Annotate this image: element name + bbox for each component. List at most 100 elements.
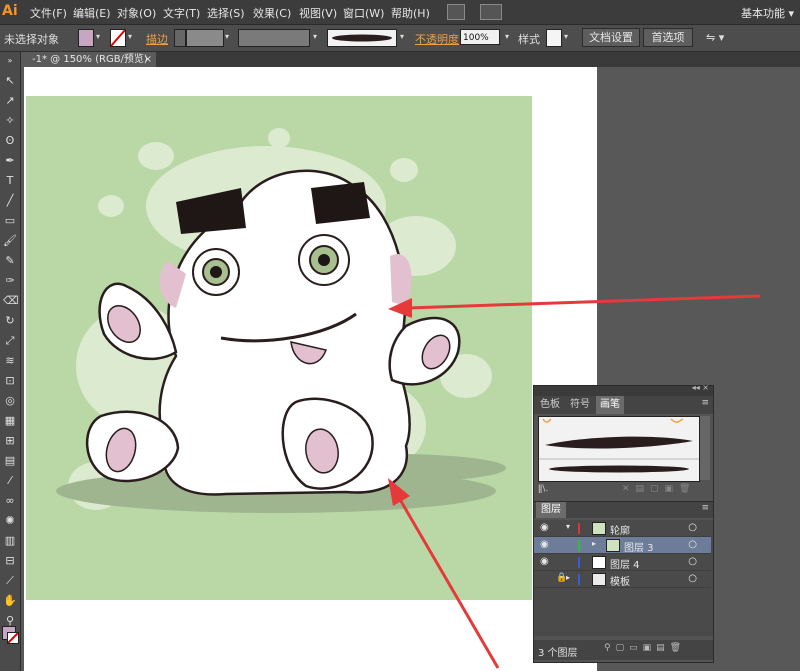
expand-chevron-icon[interactable]: ▾ [566,522,570,531]
menu-select[interactable]: 选择(S) [207,5,245,21]
layer-name[interactable]: 模板 [610,573,630,588]
line-tool-icon[interactable]: ╱ [3,194,17,208]
menu-window[interactable]: 窗口(W) [343,5,384,21]
layer-thumbnail [592,522,606,535]
no-stroke-slash-icon [7,632,19,644]
layer-name[interactable]: 图层 3 [624,539,654,554]
tab-swatches[interactable]: 色板 [536,396,564,414]
graphic-style-swatch[interactable] [546,29,562,47]
arrange-documents-icon[interactable] [480,4,502,20]
document-tab[interactable]: -1* @ 150% (RGB/预览) × [20,52,156,67]
rotate-tool-icon[interactable]: ↻ [3,314,17,328]
stroke-swatch[interactable] [110,29,126,47]
gradient-tool-icon[interactable]: ▤ [3,454,17,468]
menu-view[interactable]: 视图(V) [299,5,337,21]
opacity-label[interactable]: 不透明度 [415,31,459,47]
panel-menu-icon[interactable]: ≡ [701,398,709,408]
target-circle-icon[interactable]: ○ [688,522,697,533]
bridge-icon[interactable] [447,4,465,20]
stroke-weight-stepper[interactable] [174,29,186,47]
menu-type[interactable]: 文字(T) [163,5,200,21]
brush-list[interactable] [538,416,700,482]
brush-list-scrollbar[interactable] [700,416,710,480]
target-circle-icon[interactable]: ○ [688,539,697,550]
paintbrush-tool-icon[interactable]: 🖌 [3,234,17,248]
panel-collapse-icon[interactable]: ◂◂ × [692,383,709,392]
menu-help[interactable]: 帮助(H) [391,5,430,21]
perspective-grid-tool-icon[interactable]: ▦ [3,414,17,428]
stroke-dropdown-icon[interactable]: ▾ [125,29,135,45]
layer-color-marker [578,523,580,534]
blob-brush-tool-icon[interactable]: ✑ [3,274,17,288]
stroke-weight-dropdown-icon[interactable]: ▾ [222,29,232,45]
fill-dropdown-icon[interactable]: ▾ [93,29,103,45]
artboard-tool-icon[interactable]: ⊟ [3,554,17,568]
warp-tool-icon[interactable]: ≋ [3,354,17,368]
layers-panel-tab[interactable]: 图层 [536,502,566,518]
profile-dropdown-icon[interactable]: ▾ [310,29,320,45]
layer-row[interactable]: ◉ ▸ 图层 3 ○ [534,537,711,554]
blend-tool-icon[interactable]: ∞ [3,494,17,508]
close-tab-icon[interactable]: × [144,52,152,67]
visibility-eye-icon[interactable]: ◉ [540,539,549,550]
layer-row[interactable]: ◉ ▾ 轮廓 ○ [534,520,711,537]
layer-footer-icons[interactable]: ⚲▢▭▣▤🗑 [604,643,686,653]
tab-symbols[interactable]: 符号 [566,396,594,414]
arrange-icon[interactable]: ⇋ ▾ [706,31,724,44]
variable-width-profile[interactable] [238,29,310,47]
selection-tool-icon[interactable]: ↖ [3,74,17,88]
document-setup-button[interactable]: 文档设置 [582,28,640,47]
opacity-dropdown-icon[interactable]: ▾ [502,29,512,45]
brush-dropdown-icon[interactable]: ▾ [397,29,407,45]
eraser-tool-icon[interactable]: ⌫ [3,294,19,308]
stroke-weight-field[interactable] [186,29,224,47]
layer-row[interactable]: ◉ 图层 4 ○ [534,554,711,571]
type-tool-icon[interactable]: T [3,174,17,188]
free-transform-tool-icon[interactable]: ⊡ [3,374,17,388]
expand-chevron-icon[interactable]: ▸ [592,539,596,548]
preferences-button[interactable]: 首选项 [643,28,693,47]
shape-builder-tool-icon[interactable]: ◎ [3,394,17,408]
layer-name[interactable]: 轮廓 [610,522,630,537]
menu-edit[interactable]: 编辑(E) [73,5,111,21]
layer-row[interactable]: 🔒 ▸ 模板 ○ [534,571,711,588]
panel-collapse-icon[interactable]: » [3,54,17,68]
slice-tool-icon[interactable]: ⟋ [3,574,17,588]
magic-wand-tool-icon[interactable]: ✧ [3,114,17,128]
scale-tool-icon[interactable]: ⤢ [3,334,17,348]
symbol-sprayer-tool-icon[interactable]: ✺ [3,514,17,528]
mesh-tool-icon[interactable]: ⊞ [3,434,17,448]
menu-object[interactable]: 对象(O) [117,5,156,21]
hand-tool-icon[interactable]: ✋ [3,594,17,608]
direct-selection-tool-icon[interactable]: ↗ [3,94,17,108]
visibility-eye-icon[interactable]: ◉ [540,522,549,533]
target-circle-icon[interactable]: ○ [688,556,697,567]
visibility-eye-icon[interactable]: ◉ [540,556,549,567]
monster-artwork[interactable] [26,96,532,600]
brush-panel-footer-icons[interactable]: ✕▤▢▣🗑 [622,484,696,494]
pencil-tool-icon[interactable]: ✎ [3,254,17,268]
workspace-switcher[interactable]: 基本功能 ▾ [741,5,794,21]
brush-libraries-menu-icon[interactable]: ǁ\. [538,484,548,494]
document-tab-title: -1* @ 150% (RGB/预览) [32,54,148,65]
rectangle-tool-icon[interactable]: ▭ [3,214,17,228]
menu-file[interactable]: 文件(F) [30,5,67,21]
menu-effect[interactable]: 效果(C) [253,5,291,21]
brush-definition[interactable] [327,29,397,47]
layers-panel-menu-icon[interactable]: ≡ [701,503,709,513]
opacity-field[interactable]: 100% [460,29,500,45]
tab-brushes[interactable]: 画笔 [596,396,624,414]
fill-swatch[interactable] [78,29,94,47]
brushes-panel-header[interactable]: ◂◂ × [534,383,713,396]
stroke-label[interactable]: 描边 [146,31,168,47]
column-graph-tool-icon[interactable]: ▥ [3,534,17,548]
lasso-tool-icon[interactable]: ʘ [3,134,17,148]
layer-name[interactable]: 图层 4 [610,556,640,571]
expand-chevron-icon[interactable]: ▸ [566,573,570,582]
eyedropper-tool-icon[interactable]: ⁄ [3,474,17,488]
stroke-color-icon[interactable] [7,632,19,644]
layer-color-marker [578,574,580,585]
target-circle-icon[interactable]: ○ [688,573,697,584]
style-dropdown-icon[interactable]: ▾ [561,29,571,45]
pen-tool-icon[interactable]: ✒ [3,154,17,168]
